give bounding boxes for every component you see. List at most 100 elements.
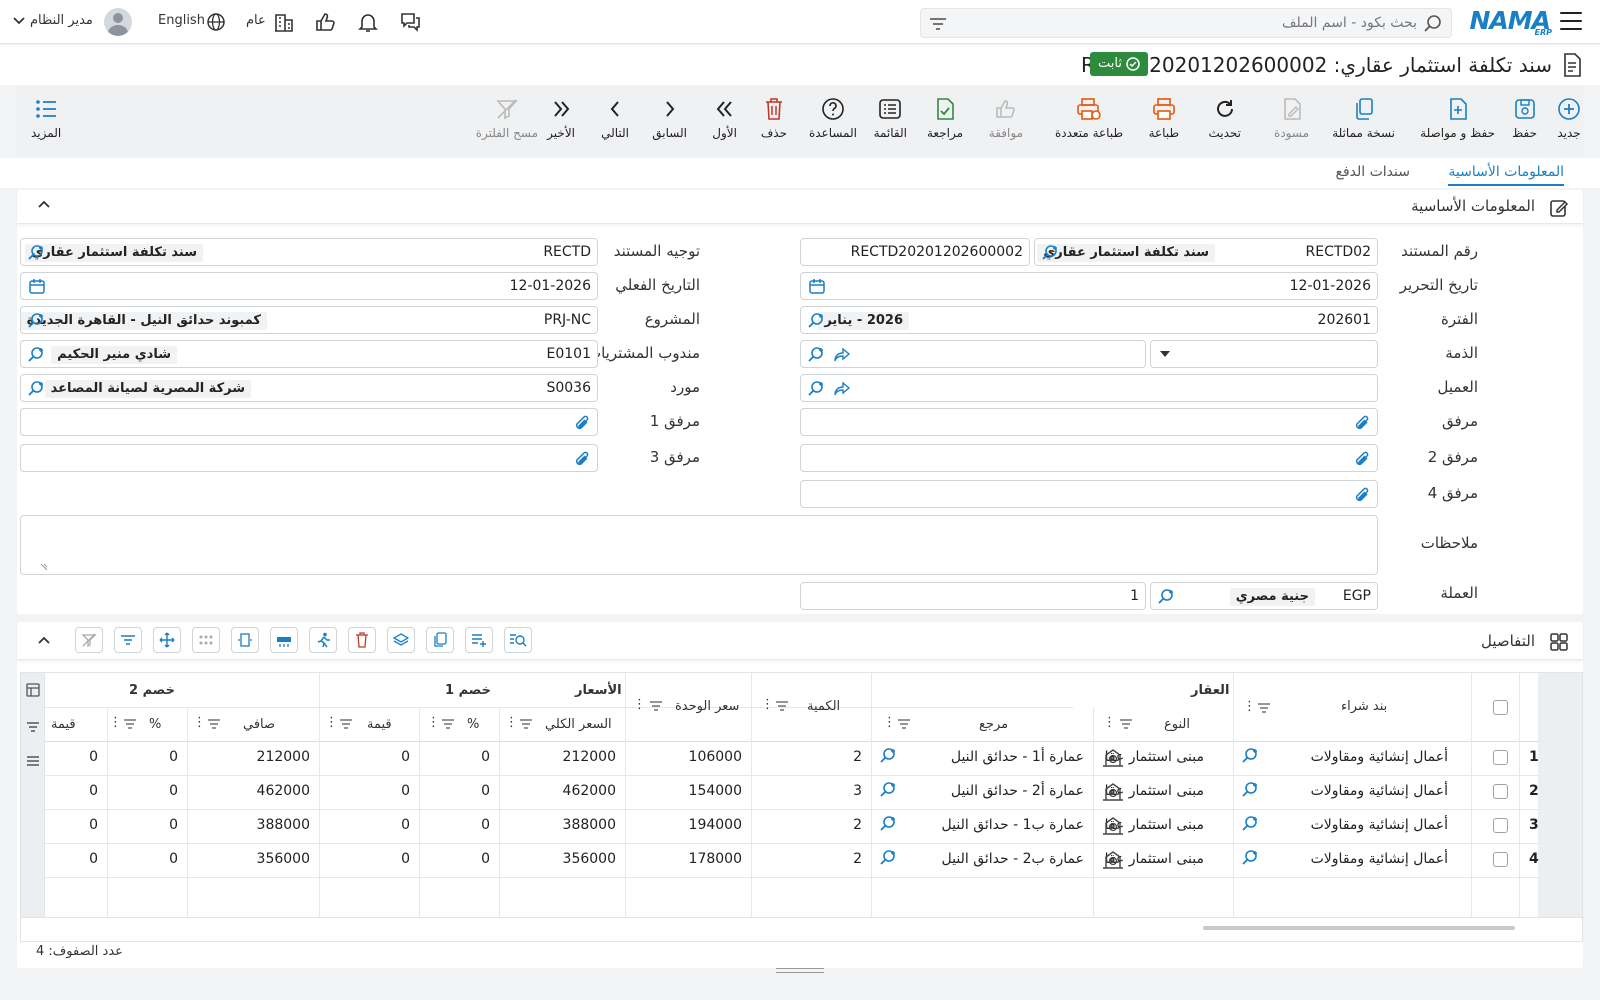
attachment4-field[interactable]	[800, 480, 1378, 508]
resize-grip[interactable]	[776, 968, 824, 973]
search-plus-icon[interactable]	[879, 815, 897, 833]
cell-net[interactable]: 212000	[257, 749, 310, 765]
row-number[interactable]: 3	[1529, 817, 1539, 833]
col-menu-icon[interactable]: ⋮	[505, 715, 518, 730]
search-plus-icon[interactable]	[879, 781, 897, 799]
col-menu-icon[interactable]: ⋮	[193, 715, 206, 730]
cell-d2-percent[interactable]: 0	[169, 749, 178, 765]
cell-total-price[interactable]: 356000	[563, 851, 616, 867]
calendar-icon[interactable]	[809, 278, 825, 294]
attachment1-field[interactable]	[20, 408, 598, 436]
cell-d1-value[interactable]: 0	[401, 749, 410, 765]
col-menu-icon[interactable]: ⋮	[633, 697, 646, 712]
cell-d1-percent[interactable]: 0	[481, 817, 490, 833]
clear-filter-button[interactable]	[75, 627, 103, 653]
resize-handle-icon[interactable]	[39, 562, 49, 572]
multi-print-button[interactable]: طباعة متعددة	[1055, 96, 1123, 140]
col-filter-icon[interactable]	[897, 719, 911, 729]
search-plus-icon[interactable]	[1241, 747, 1259, 765]
search-plus-icon[interactable]	[1241, 849, 1259, 867]
search-plus-icon[interactable]	[807, 312, 825, 330]
col-menu-icon[interactable]: ⋮	[1103, 715, 1116, 730]
insert-row-button[interactable]	[270, 627, 298, 653]
col-d1-value[interactable]: قيمة	[367, 717, 392, 732]
attachment3-field[interactable]	[20, 444, 598, 472]
help-button[interactable]: المساعدة	[809, 96, 857, 140]
thumbs-up-icon[interactable]	[314, 10, 338, 34]
cell-d1-value[interactable]: 0	[401, 783, 410, 799]
menu-icon[interactable]	[1560, 12, 1582, 36]
issue-date-field[interactable]: 12-01-2026	[800, 272, 1378, 300]
cell-reference[interactable]: عمارة أ1 - حدائق النيل	[951, 749, 1084, 765]
cell-d2-percent[interactable]: 0	[169, 783, 178, 799]
project-field[interactable]: PRJ-NC كمبوند حدائق النيل - القاهرة الجد…	[20, 306, 598, 334]
row-number[interactable]: 2	[1529, 783, 1539, 799]
supplier-field[interactable]: S0036 شركة المصرية لصيانة المصاعد	[20, 374, 598, 402]
search-plus-icon[interactable]	[807, 346, 825, 364]
col-d1-percent[interactable]: %	[467, 717, 479, 732]
actual-date-field[interactable]: 12-01-2026	[20, 272, 598, 300]
notes-textarea[interactable]	[20, 515, 1378, 575]
cell-quantity[interactable]: 2	[853, 749, 862, 765]
company-label[interactable]: عام	[246, 13, 266, 28]
col-filter-icon[interactable]	[1257, 703, 1271, 713]
share-icon[interactable]	[833, 380, 851, 398]
col-menu-icon[interactable]: ⋮	[761, 697, 774, 712]
delete-button[interactable]: حذف	[761, 96, 787, 140]
share-icon[interactable]	[833, 346, 851, 364]
cell-d2-value[interactable]: 0	[89, 783, 98, 799]
cell-d2-value[interactable]: 0	[89, 851, 98, 867]
search-plus-icon[interactable]	[1241, 815, 1259, 833]
row-menu-icon[interactable]	[26, 755, 40, 767]
col-total-price[interactable]: السعر الكلي	[545, 717, 612, 732]
cell-d1-value[interactable]: 0	[401, 851, 410, 867]
row-checkbox[interactable]	[1493, 784, 1508, 799]
language-switch[interactable]: English	[158, 13, 205, 28]
cell-net[interactable]: 462000	[257, 783, 310, 799]
duplicate-button[interactable]: نسخة مماثلة	[1332, 96, 1395, 140]
expand-columns-button[interactable]	[231, 627, 259, 653]
cell-unit-price[interactable]: 178000	[689, 851, 742, 867]
last-button[interactable]: الأخير	[547, 96, 575, 140]
cell-reference[interactable]: عمارة أ2 - حدائق النيل	[951, 783, 1084, 799]
approve-button[interactable]: موافقة	[989, 96, 1023, 140]
new-button[interactable]: جديد	[1557, 96, 1581, 140]
cell-unit-price[interactable]: 194000	[689, 817, 742, 833]
doc-number-field[interactable]: RECTD20201202600002	[800, 238, 1030, 266]
search-plus-icon[interactable]	[879, 849, 897, 867]
tab-basic-info[interactable]: المعلومات الأساسية	[1448, 164, 1564, 186]
filter-icon[interactable]	[26, 721, 40, 733]
col-filter-icon[interactable]	[775, 701, 789, 711]
col-menu-icon[interactable]: ⋮	[427, 715, 440, 730]
draft-button[interactable]: مسودة	[1274, 96, 1309, 140]
search-plus-icon[interactable]	[27, 346, 45, 364]
select-all-checkbox[interactable]	[1493, 700, 1508, 715]
paperclip-icon[interactable]	[573, 450, 591, 468]
move-button[interactable]	[153, 627, 181, 653]
next-button[interactable]: التالي	[601, 96, 629, 140]
currency-field[interactable]: EGP جنية مصري	[1150, 582, 1378, 610]
attachment2-field[interactable]	[800, 444, 1378, 472]
col-filter-icon[interactable]	[207, 719, 221, 729]
cell-purchase-item[interactable]: أعمال إنشائية ومقاولات	[1311, 851, 1448, 867]
col-filter-icon[interactable]	[339, 719, 353, 729]
col-d2-value[interactable]: قيمة	[51, 717, 76, 732]
cell-purchase-item[interactable]: أعمال إنشائية ومقاولات	[1311, 749, 1448, 765]
clear-filter-button[interactable]: مسح الفلترة	[476, 96, 538, 140]
search-plus-icon[interactable]	[27, 244, 45, 262]
globe-icon[interactable]	[206, 12, 226, 32]
col-net[interactable]: صافي	[243, 717, 275, 732]
horizontal-scrollbar[interactable]	[1203, 926, 1515, 930]
user-name[interactable]: مدير النظام	[30, 13, 93, 28]
building-icon[interactable]	[274, 10, 294, 34]
doc-direction-field[interactable]: RECTD سند تكلفة استثمار عقاري	[20, 238, 598, 266]
col-filter-icon[interactable]	[441, 719, 455, 729]
cell-unit-price[interactable]: 154000	[689, 783, 742, 799]
col-menu-icon[interactable]: ⋮	[109, 715, 122, 730]
doc-number-code-field[interactable]: RECTD02 سند تكلفة استثمار عقاري	[1034, 238, 1378, 266]
cell-total-price[interactable]: 212000	[563, 749, 616, 765]
cell-d2-percent[interactable]: 0	[169, 851, 178, 867]
paperclip-icon[interactable]	[1353, 450, 1371, 468]
search-box[interactable]: بحث بكود - اسم الملف	[920, 8, 1452, 38]
row-number[interactable]: 4	[1529, 851, 1539, 867]
